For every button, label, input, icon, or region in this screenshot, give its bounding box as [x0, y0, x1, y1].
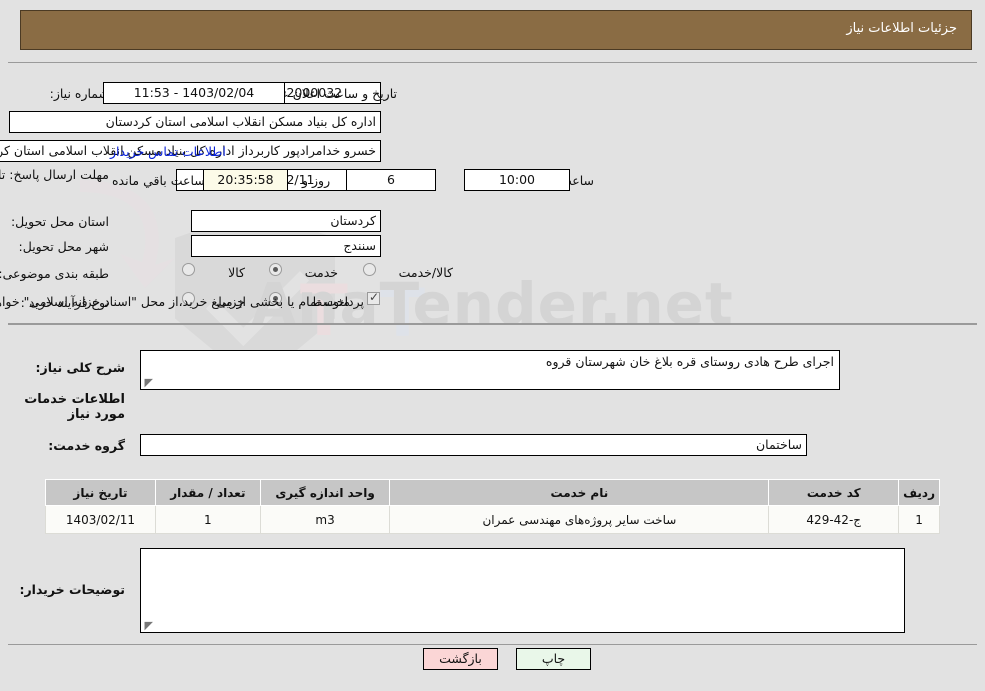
page-title: جزئیات اطلاعات نیاز: [846, 21, 957, 36]
buyer-notes-label: توضیحات خریدار:: [19, 582, 125, 597]
resize-grip-icon[interactable]: ◤: [143, 377, 153, 388]
province-field[interactable]: کردستان: [191, 210, 381, 232]
service-group-field[interactable]: ساختمان: [140, 434, 807, 456]
radio-category-kala-label: کالا: [228, 265, 245, 280]
cell-quantity: 1: [154, 505, 261, 534]
need-number-label: شماره نیاز:: [49, 86, 109, 101]
cell-service-name: ساخت سایر پروژه‌های مهندسی عمران: [389, 505, 770, 534]
deadline-label: مهلت ارسال پاسخ: تا تاریخ:: [0, 167, 109, 182]
th-quantity: تعداد / مقدار: [154, 479, 261, 506]
deadline-time-field[interactable]: 10:00: [464, 169, 570, 191]
city-field[interactable]: سنندج: [191, 235, 381, 257]
radio-category-kala-khedmat[interactable]: [363, 263, 376, 276]
th-unit: واحد اندازه گیری: [259, 479, 391, 506]
buyer-notes-textarea[interactable]: ◤: [140, 548, 905, 633]
print-button[interactable]: چاپ: [516, 648, 591, 670]
cell-need-date: 1403/02/11: [45, 505, 156, 534]
description-textarea[interactable]: اجرای طرح هادی روستای قره بلاغ خان شهرست…: [140, 350, 840, 390]
province-label: استان محل تحویل:: [10, 214, 109, 229]
description-value: اجرای طرح هادی روستای قره بلاغ خان شهرست…: [545, 354, 834, 369]
countdown-field: 20:35:58: [203, 169, 288, 191]
cell-service-code: ج-42-429: [768, 505, 900, 534]
city-label: شهر محل تحویل:: [18, 239, 109, 254]
cell-row-no: 1: [898, 505, 940, 534]
page-root: T T AnaTender.net جزئیات اطلاعات نیاز شم…: [0, 0, 985, 691]
header-bar: جزئیات اطلاعات نیاز: [20, 10, 972, 50]
treasury-bond-note: پرداخت تمام یا بخشی از مبلغ خرید،از محل …: [0, 294, 364, 309]
treasury-bond-checkbox[interactable]: [367, 290, 380, 305]
th-service-code: کد خدمت: [768, 479, 900, 506]
service-group-label: گروه خدمت:: [48, 438, 125, 453]
days-remaining-field[interactable]: 6: [346, 169, 436, 191]
services-section-title: اطلاعات خدمات مورد نیاز: [24, 392, 125, 422]
resize-grip-icon-notes[interactable]: ◤: [143, 620, 153, 631]
category-label: طبقه بندی موضوعی:: [0, 266, 109, 281]
th-row-no: ردیف: [898, 479, 940, 506]
table-row: 1 ج-42-429 ساخت سایر پروژه‌های مهندسی عم…: [45, 505, 940, 534]
days-remaining-label: روز و: [302, 173, 331, 188]
services-table: ردیف کد خدمت نام خدمت واحد اندازه گیری ت…: [45, 479, 940, 534]
countdown-label: ساعت باقي مانده: [112, 173, 205, 188]
buyer-contact-link[interactable]: اطلاعات تماس خریدار: [110, 144, 226, 159]
cell-unit: m3: [259, 505, 391, 534]
description-label: شرح کلی نیاز:: [35, 360, 125, 375]
th-service-name: نام خدمت: [389, 479, 770, 506]
buyer-org-field[interactable]: اداره کل بنیاد مسکن انقلاب اسلامی استان …: [9, 111, 381, 133]
back-button[interactable]: بازگشت: [423, 648, 498, 670]
announce-datetime-field[interactable]: 1403/02/04 - 11:53: [103, 82, 285, 104]
radio-category-kala[interactable]: [182, 263, 195, 276]
table-header-row: ردیف کد خدمت نام خدمت واحد اندازه گیری ت…: [45, 479, 940, 506]
th-need-date: تاریخ نیاز: [45, 479, 156, 506]
radio-category-kala-khedmat-label: کالا/خدمت: [398, 265, 453, 280]
radio-category-khedmat-label: خدمت: [304, 265, 338, 280]
radio-category-khedmat[interactable]: [269, 263, 282, 276]
